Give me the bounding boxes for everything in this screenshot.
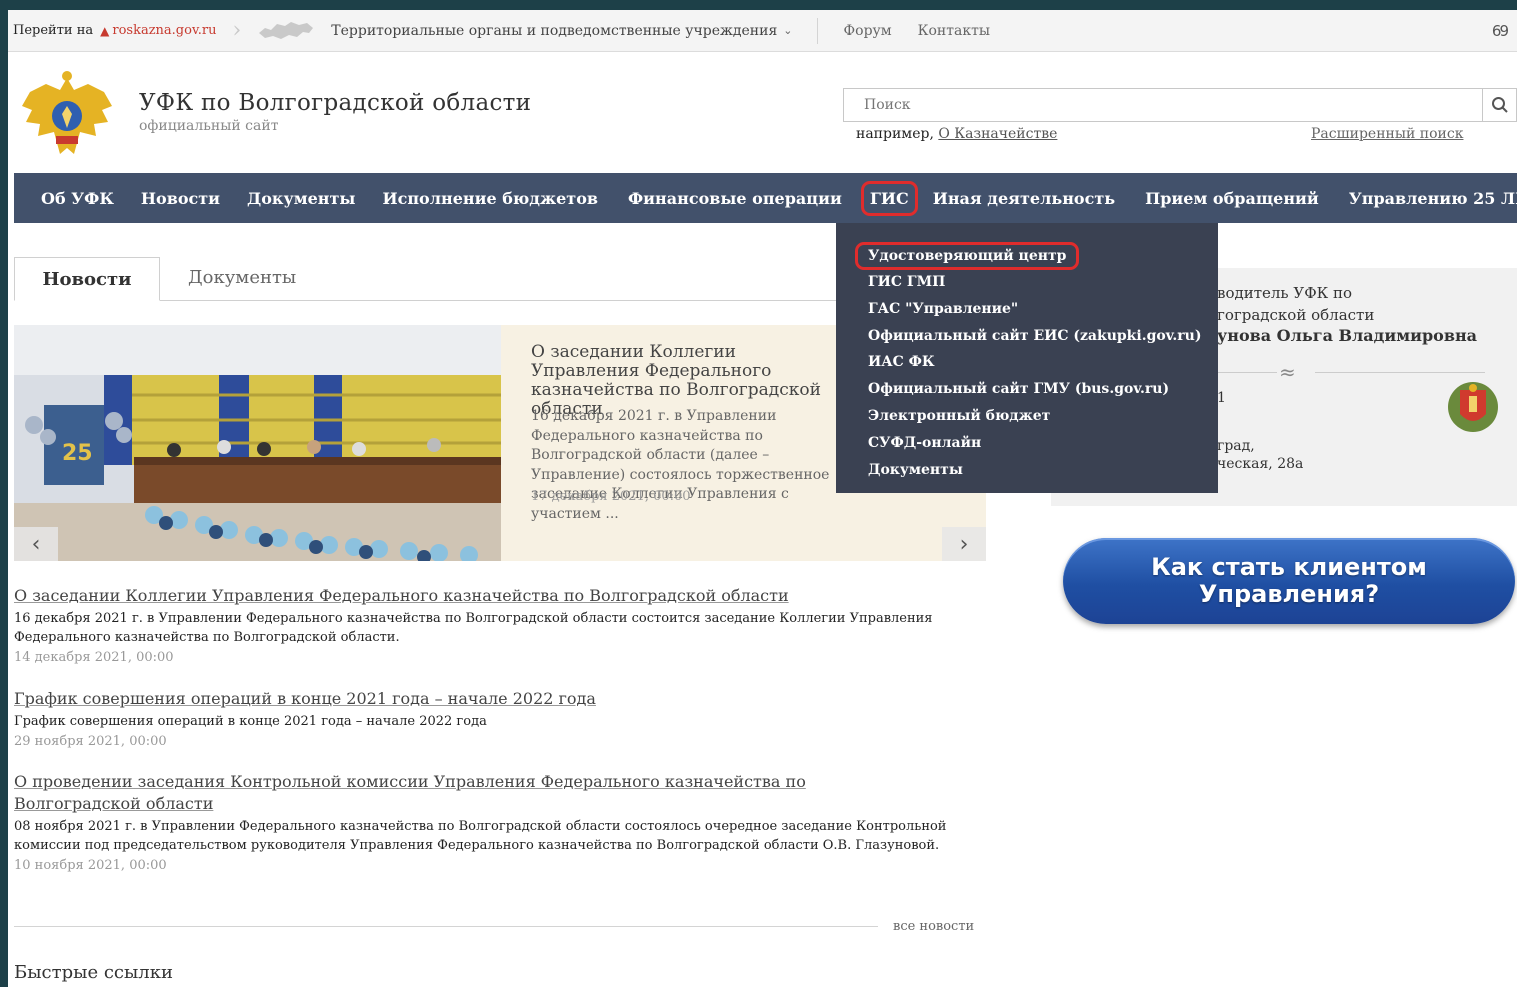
all-news-link[interactable]: все новости [893, 919, 974, 934]
advanced-search-link[interactable]: Расширенный поиск [1311, 126, 1463, 142]
nav-item-financial-ops[interactable]: Финансовые операции [628, 189, 842, 208]
news-date: 10 ноября 2021, 00:00 [14, 858, 167, 873]
info-line: 1 [1217, 390, 1226, 406]
roskazna-link[interactable]: roskazna.gov.ru [112, 23, 216, 38]
divider [1217, 372, 1277, 373]
banner-number: 25 [62, 441, 93, 466]
goto-label: Перейти на [13, 23, 94, 38]
nav-item-news[interactable]: Новости [141, 189, 220, 208]
chevron-right-icon: › [232, 17, 242, 43]
news-desc: 08 ноября 2021 г. в Управлении Федеральн… [14, 819, 947, 853]
banner-text: Как стать клиентом Управления? [1151, 553, 1427, 608]
chevron-right-icon: › [959, 531, 969, 557]
treasury-emblem-logo[interactable] [14, 70, 120, 160]
dd-item-gis-gmp[interactable]: ГИС ГМП [868, 274, 945, 290]
nav-item-budgets[interactable]: Исполнение бюджетов [382, 189, 598, 208]
become-client-banner[interactable]: Как стать клиентом Управления? [1063, 538, 1515, 624]
dd-item-sufd-online[interactable]: СУФД-онлайн [868, 435, 981, 451]
nav-item-documents[interactable]: Документы [247, 189, 355, 208]
dd-item-documents[interactable]: Документы [868, 462, 963, 478]
carousel-next-button[interactable]: › [942, 527, 986, 561]
divider [1315, 372, 1485, 373]
nav-item-anniversary[interactable]: Управлению 25 ЛЕТ! [1349, 189, 1517, 208]
carousel-text: 16 декабря 2021 г. в Управлении Федераль… [531, 408, 830, 522]
example-link[interactable]: О Казначействе [938, 126, 1057, 142]
list-item: О проведении заседания Контрольной комис… [14, 771, 984, 873]
news-date: 14 декабря 2021, 00:00 [14, 650, 174, 665]
list-item: График совершения операций в конце 2021 … [14, 688, 984, 749]
head-position: водитель УФК по гоградской области [1217, 284, 1375, 324]
main-nav: Об УФК Новости Документы Исполнение бюдж… [14, 173, 1517, 223]
news-title[interactable]: График совершения операций в конце 2021 … [14, 688, 984, 710]
home-icon[interactable]: ▲ [100, 24, 109, 38]
news-date: 29 ноября 2021, 00:00 [14, 734, 167, 749]
carousel-prev-button[interactable]: ‹ [14, 527, 58, 561]
address-line-1: град, [1217, 438, 1255, 454]
forum-link[interactable]: Форум [844, 23, 892, 39]
top-bar: Перейти на ▲ roskazna.gov.ru › Территори… [8, 10, 1517, 52]
search-box [843, 88, 1517, 122]
dd-item-ias-fk[interactable]: ИАС ФК [868, 354, 935, 370]
news-desc: 16 декабря 2021 г. в Управлении Федераль… [14, 611, 933, 645]
tab-news[interactable]: Новости [14, 257, 160, 301]
list-item: О заседании Коллегии Управления Федераль… [14, 585, 984, 665]
divider [14, 926, 878, 927]
news-title[interactable]: О проведении заседания Контрольной комис… [14, 771, 884, 815]
head-name[interactable]: унова Ольга Владимировна [1217, 326, 1477, 345]
dd-item-gmu[interactable]: Официальный сайт ГМУ (bus.gov.ru) [868, 381, 1169, 397]
site-title[interactable]: УФК по Волгоградской области [139, 90, 531, 116]
territorial-bodies-dropdown[interactable]: Территориальные органы и подведомственны… [331, 23, 777, 39]
russia-map-icon [259, 21, 314, 39]
accessibility-glasses-icon[interactable]: 69 [1492, 22, 1509, 40]
nav-item-other-activity[interactable]: Иная деятельность [933, 189, 1115, 208]
nav-item-gis[interactable]: ГИС [860, 180, 918, 216]
dd-item-eis[interactable]: Официальный сайт ЕИС (zakupki.gov.ru) [868, 328, 1201, 344]
gis-dropdown-menu: Удостоверяющий центр ГИС ГМП ГАС "Управл… [836, 223, 1218, 493]
news-title[interactable]: О заседании Коллегии Управления Федераль… [14, 585, 984, 607]
content-tabs: Новости Документы [14, 257, 844, 301]
ornament-icon: ≈ [1279, 360, 1296, 384]
news-desc: График совершения операций в конце 2021 … [14, 714, 487, 729]
dd-item-e-budget[interactable]: Электронный бюджет [868, 408, 1050, 424]
divider [816, 17, 818, 44]
search-icon [1491, 97, 1508, 113]
search-example: например, О Казначействе [856, 126, 1057, 142]
nav-item-about[interactable]: Об УФК [41, 189, 114, 208]
carousel-date: 17 декабря 2021, 00:00 [531, 489, 691, 504]
nav-item-appeals[interactable]: Прием обращений [1145, 189, 1319, 208]
quick-links-heading: Быстрые ссылки [14, 962, 173, 983]
address-line-2: ческая, 28а [1217, 456, 1304, 472]
contacts-link[interactable]: Контакты [918, 23, 990, 39]
search-button[interactable] [1482, 89, 1516, 121]
chevron-left-icon: ‹ [31, 531, 41, 557]
dd-item-gas-management[interactable]: ГАС "Управление" [868, 301, 1018, 317]
tab-documents[interactable]: Документы [188, 267, 296, 288]
chevron-down-icon[interactable]: ⌄ [783, 24, 792, 37]
news-photo[interactable]: 25 [14, 325, 501, 561]
example-prefix: например, [856, 126, 934, 142]
search-input[interactable] [844, 90, 1482, 120]
volgograd-coat-of-arms-icon [1448, 382, 1498, 432]
site-subtitle: официальный сайт [139, 118, 279, 134]
page: Перейти на ▲ roskazna.gov.ru › Территори… [8, 10, 1517, 987]
dd-item-certification-center[interactable]: Удостоверяющий центр [854, 242, 1080, 270]
